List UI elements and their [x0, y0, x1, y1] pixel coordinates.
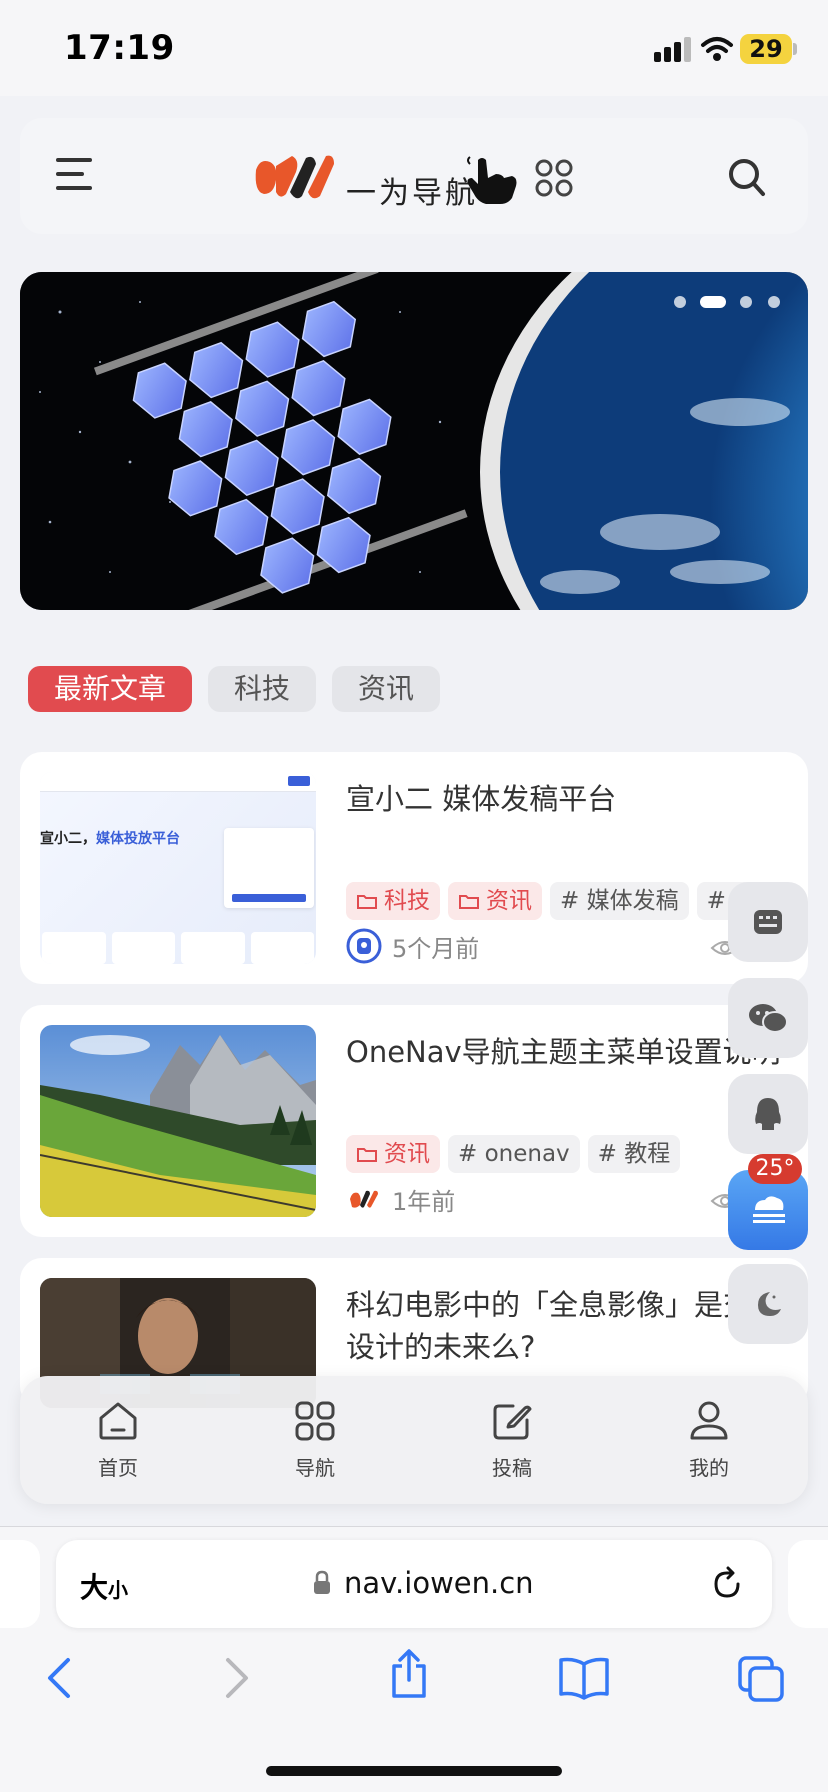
tabs-icon[interactable]	[736, 1654, 786, 1702]
qq-penguin-icon	[755, 1098, 781, 1130]
article-card[interactable]: 宣小二，媒体投放平台 宣小二 媒体发稿平台 科技 资讯 # 媒体发稿 # 新闻	[20, 752, 808, 984]
next-tab-preview[interactable]	[788, 1540, 828, 1628]
article-title[interactable]: 科幻电影中的「全息影像」是交互 设计的未来么?	[346, 1284, 786, 1368]
thumb-headline: 宣小二，媒体投放平台	[40, 831, 180, 847]
keyboard-icon	[754, 910, 782, 934]
hand-pointer-icon	[467, 156, 517, 204]
cellular-signal-icon	[654, 37, 691, 62]
user-icon	[690, 1401, 728, 1440]
battery-indicator: 29	[740, 34, 792, 64]
wechat-icon	[749, 1004, 788, 1033]
hashtag[interactable]: # 媒体发稿	[550, 882, 689, 920]
carousel-dot[interactable]	[740, 296, 752, 308]
home-indicator	[266, 1766, 562, 1776]
folder-icon	[357, 895, 377, 909]
bottom-nav-navigation[interactable]: 导航	[260, 1400, 370, 1481]
brand-text: 一为导航	[346, 176, 478, 211]
hero-banner-carousel[interactable]	[20, 272, 808, 610]
previous-tab-preview[interactable]	[0, 1540, 40, 1628]
bottom-nav-profile[interactable]: 我的	[654, 1400, 764, 1481]
tab-tech[interactable]: 科技	[208, 666, 316, 712]
author-avatar[interactable]	[346, 928, 382, 964]
article-card[interactable]: OneNav导航主题主菜单设置说明 资讯 # onenav # 教程 1年前	[20, 1005, 808, 1237]
carousel-dot[interactable]	[768, 296, 780, 308]
mountain-meadow-image	[40, 1025, 316, 1217]
article-thumbnail[interactable]	[40, 1025, 316, 1217]
forward-icon[interactable]	[222, 1656, 252, 1700]
apps-grid-icon[interactable]	[534, 158, 574, 198]
qq-float-button[interactable]	[728, 1074, 808, 1154]
thumb-login-button	[288, 776, 310, 786]
hashtag[interactable]: # 教程	[587, 1135, 681, 1173]
carousel-dot-active[interactable]	[700, 296, 726, 308]
article-time: 5个月前	[392, 934, 480, 963]
article-meta: 1年前	[346, 1181, 455, 1217]
battery-cap	[793, 43, 797, 55]
article-meta: 5个月前	[346, 928, 479, 964]
keyboard-float-button[interactable]	[728, 882, 808, 962]
url-text[interactable]: nav.iowen.cn	[344, 1566, 534, 1600]
dark-mode-float-button[interactable]	[728, 1264, 808, 1344]
tab-news[interactable]: 资讯	[332, 666, 440, 712]
category-tag[interactable]: 科技	[346, 882, 440, 920]
folder-icon	[357, 1148, 377, 1162]
bottom-nav-home[interactable]: 首页	[63, 1400, 173, 1481]
home-icon	[99, 1402, 137, 1440]
category-tag[interactable]: 资讯	[346, 1135, 440, 1173]
thumb-feature-row	[40, 932, 316, 964]
banner-image	[20, 272, 808, 610]
tab-latest-articles[interactable]: 最新文章	[28, 666, 192, 712]
folder-icon	[459, 895, 479, 909]
weather-temperature-badge: 25°	[748, 1154, 802, 1184]
carousel-dot[interactable]	[674, 296, 686, 308]
category-tag[interactable]: 资讯	[448, 882, 542, 920]
brand-logo-icon[interactable]	[250, 148, 346, 204]
article-title[interactable]: 宣小二 媒体发稿平台	[346, 778, 786, 820]
hashtag[interactable]: # onenav	[448, 1135, 580, 1173]
moon-icon	[758, 1292, 781, 1316]
thumb-topbar	[40, 772, 316, 792]
share-icon[interactable]	[388, 1648, 430, 1700]
article-tags: 科技 资讯 # 媒体发稿 # 新闻	[346, 882, 790, 920]
status-time: 17:19	[64, 28, 175, 68]
text-size-button[interactable]: 大小	[80, 1566, 128, 1606]
bookmarks-icon[interactable]	[558, 1656, 610, 1700]
grid-icon	[295, 1401, 335, 1441]
reload-icon[interactable]	[710, 1566, 744, 1602]
cloud-weather-icon	[753, 1196, 785, 1223]
wifi-icon	[701, 37, 733, 61]
article-thumbnail[interactable]: 宣小二，媒体投放平台	[40, 772, 316, 964]
article-tags: 资讯 # onenav # 教程	[346, 1135, 681, 1173]
article-title[interactable]: OneNav导航主题主菜单设置说明	[346, 1031, 786, 1073]
menu-icon[interactable]	[54, 156, 94, 192]
search-icon[interactable]	[728, 158, 766, 198]
wechat-float-button[interactable]	[728, 978, 808, 1058]
bottom-nav-submit[interactable]: 投稿	[457, 1400, 567, 1481]
author-avatar[interactable]	[346, 1181, 382, 1217]
thumb-login-box	[224, 828, 314, 908]
back-icon[interactable]	[44, 1656, 74, 1700]
lock-icon	[314, 1570, 330, 1594]
edit-icon	[493, 1404, 532, 1440]
article-time: 1年前	[392, 1187, 456, 1216]
